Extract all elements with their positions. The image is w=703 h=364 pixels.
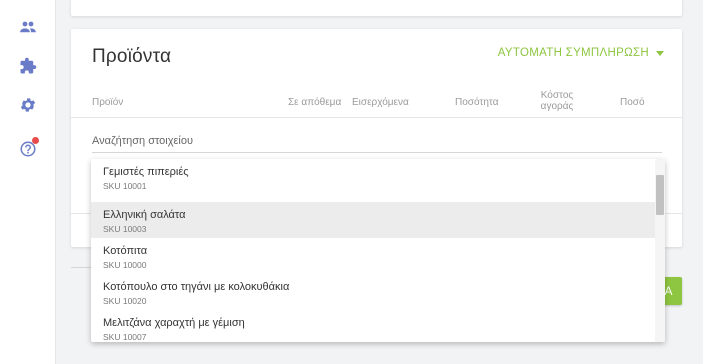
item-name: Ελληνική σαλάτα xyxy=(103,209,186,221)
item-name: Γεμιστές πιπεριές xyxy=(103,166,189,178)
people-icon[interactable] xyxy=(17,16,39,38)
dropdown-item[interactable]: Ελληνική σαλάτα SKU 10003 xyxy=(91,202,655,238)
scrollbar-thumb[interactable] xyxy=(656,175,664,215)
dropdown-item[interactable]: Γεμιστές πιπεριές SKU 10001 xyxy=(91,159,655,195)
item-name: Κοτόπουλο στο τηγάνι με κολοκυθάκια xyxy=(103,281,290,293)
product-dropdown: Γεμιστές πιπεριές SKU 10001 Ελληνική σαλ… xyxy=(91,159,665,342)
puzzle-icon[interactable] xyxy=(17,55,39,77)
column-header-amount: Ποσό xyxy=(620,97,645,108)
item-sku: SKU 10001 xyxy=(103,181,147,191)
column-header-product: Προϊόν xyxy=(92,97,124,108)
header-divider xyxy=(71,117,682,118)
column-header-quantity: Ποσότητα xyxy=(455,97,499,108)
autofill-button[interactable]: ΑΥΤΟΜΑΤΗ ΣΥΜΠΛΗΡΩΣΗ xyxy=(498,47,664,59)
column-header-in-stock: Σε απόθεμα xyxy=(288,97,342,108)
item-sku: SKU 10020 xyxy=(103,296,147,306)
item-sku: SKU 10007 xyxy=(103,332,147,342)
dropdown-item[interactable]: Κοτόπιτα SKU 10000 xyxy=(91,238,655,274)
item-sku: SKU 10000 xyxy=(103,260,147,270)
item-sku: SKU 10003 xyxy=(103,224,147,234)
item-name: Κοτόπιτα xyxy=(103,245,148,257)
sidebar xyxy=(0,0,56,364)
scrollbar-track[interactable] xyxy=(655,159,665,342)
column-header-incoming: Εισερχόμενα xyxy=(352,97,409,108)
autofill-label: ΑΥΤΟΜΑΤΗ ΣΥΜΠΛΗΡΩΣΗ xyxy=(497,47,649,59)
previous-card xyxy=(71,0,682,16)
help-icon[interactable] xyxy=(17,137,39,160)
dropdown-item[interactable]: Κοτόπουλο στο τηγάνι με κολοκυθάκια SKU … xyxy=(91,274,655,310)
chevron-down-icon xyxy=(656,50,664,56)
column-header-purchase-cost: Κόστος αγοράς xyxy=(537,90,577,112)
item-name: Μελιτζάνα χαραχτή με γέμιση xyxy=(103,317,245,329)
divider-line xyxy=(71,267,91,268)
search-input-underline xyxy=(92,152,662,153)
notification-dot xyxy=(32,137,39,144)
dropdown-item[interactable]: Μελιτζάνα χαραχτή με γέμιση SKU 10007 xyxy=(91,310,655,342)
search-input[interactable]: Αναζήτηση στοιχείου xyxy=(92,135,193,147)
gear-icon[interactable] xyxy=(17,94,39,116)
products-title: Προϊόντα xyxy=(92,46,172,67)
column-header-cost-line2: αγοράς xyxy=(540,101,574,112)
column-header-cost-line1: Κόστος xyxy=(540,90,574,101)
